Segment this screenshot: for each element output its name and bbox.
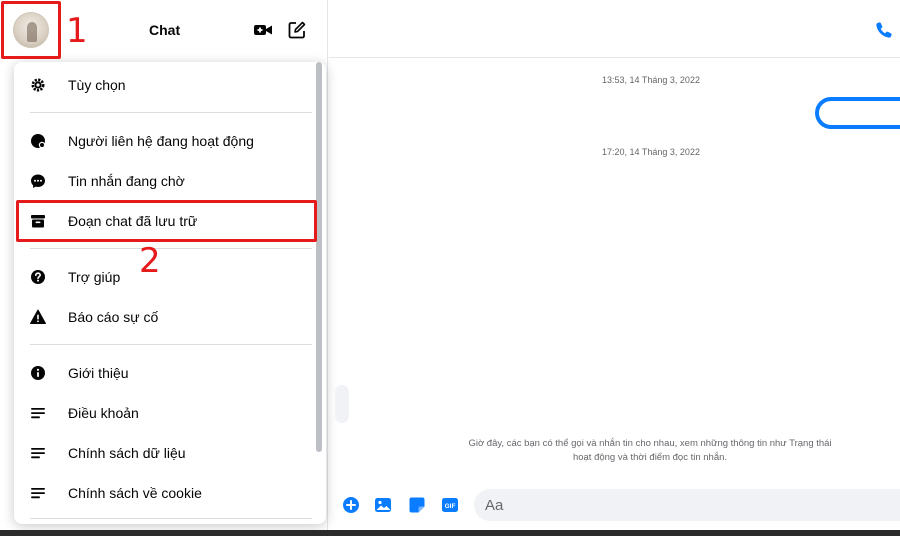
messenger-window: Chat Tùy chọn Người liên hệ đang hoạt độ… <box>0 0 900 536</box>
help-icon <box>30 269 46 285</box>
menu-divider <box>30 248 312 249</box>
phone-icon[interactable] <box>875 21 893 39</box>
menu-item-cookie-policy[interactable]: Chính sách về cookie <box>22 475 314 511</box>
gif-icon[interactable]: GIF <box>441 496 459 514</box>
message-bubble-icon <box>30 173 46 189</box>
page-title: Chat <box>149 22 181 38</box>
message-composer: GIF <box>329 487 900 523</box>
lines-icon <box>30 405 46 421</box>
menu-item-terms[interactable]: Điều khoản <box>22 395 314 431</box>
menu-item-label: Tùy chọn <box>68 77 126 93</box>
conversation-pane: 13:53, 14 Tháng 3, 2022 17:20, 14 Tháng … <box>329 0 900 536</box>
menu-item-message-requests[interactable]: Tin nhắn đang chờ <box>22 163 314 199</box>
menu-scrollbar[interactable] <box>316 62 322 452</box>
menu-divider <box>30 112 312 113</box>
conversation-info-text: Giờ đây, các bạn có thể gọi và nhắn tin … <box>468 438 832 463</box>
message-timestamp: 13:53, 14 Tháng 3, 2022 <box>602 75 700 85</box>
menu-item-label: Chính sách về cookie <box>68 485 202 501</box>
conversation-header <box>329 0 900 58</box>
menu-item-label: Báo cáo sự cố <box>68 309 159 325</box>
annotation-highlight-avatar <box>1 1 61 59</box>
menu-item-label: Điều khoản <box>68 405 139 421</box>
lines-icon <box>30 485 46 501</box>
menu-item-label: Chính sách dữ liệu <box>68 445 186 461</box>
sticker-icon[interactable] <box>408 496 426 514</box>
sent-message-bubble[interactable] <box>815 97 900 129</box>
message-timestamp: 17:20, 14 Tháng 3, 2022 <box>602 147 700 157</box>
menu-item-about[interactable]: Giới thiệu <box>22 355 314 391</box>
menu-item-label: Người liên hệ đang hoạt động <box>68 133 254 149</box>
chat-list-pane: Chat Tùy chọn Người liên hệ đang hoạt độ… <box>0 0 328 536</box>
menu-divider <box>30 518 312 519</box>
menu-item-active-contacts[interactable]: Người liên hệ đang hoạt động <box>22 123 314 159</box>
menu-item-label: Trợ giúp <box>68 269 121 285</box>
menu-item-data-policy[interactable]: Chính sách dữ liệu <box>22 435 314 471</box>
taskbar-strip <box>0 530 900 536</box>
settings-dropdown-menu: Tùy chọn Người liên hệ đang hoạt động Ti… <box>14 62 326 524</box>
new-message-icon[interactable] <box>287 20 307 40</box>
received-message-bubble[interactable] <box>335 385 349 423</box>
plus-circle-icon[interactable] <box>342 496 360 514</box>
message-input[interactable] <box>474 489 900 521</box>
menu-item-label: Giới thiệu <box>68 365 129 381</box>
warning-icon <box>30 309 46 325</box>
menu-divider <box>30 344 312 345</box>
annotation-step-number: 2 <box>139 241 161 281</box>
annotation-highlight-archived <box>16 200 317 242</box>
menu-item-label: Tin nhắn đang chờ <box>68 173 185 189</box>
active-contacts-icon <box>30 133 46 149</box>
annotation-step-number: 1 <box>66 11 88 51</box>
info-icon <box>30 365 46 381</box>
image-icon[interactable] <box>374 496 392 514</box>
video-call-icon[interactable] <box>253 20 273 40</box>
menu-item-report-problem[interactable]: Báo cáo sự cố <box>22 299 314 335</box>
lines-icon <box>30 445 46 461</box>
gif-label: GIF <box>445 503 456 510</box>
menu-item-help[interactable]: Trợ giúp <box>22 259 314 295</box>
gear-icon <box>30 77 46 93</box>
menu-item-preferences[interactable]: Tùy chọn <box>22 67 314 103</box>
